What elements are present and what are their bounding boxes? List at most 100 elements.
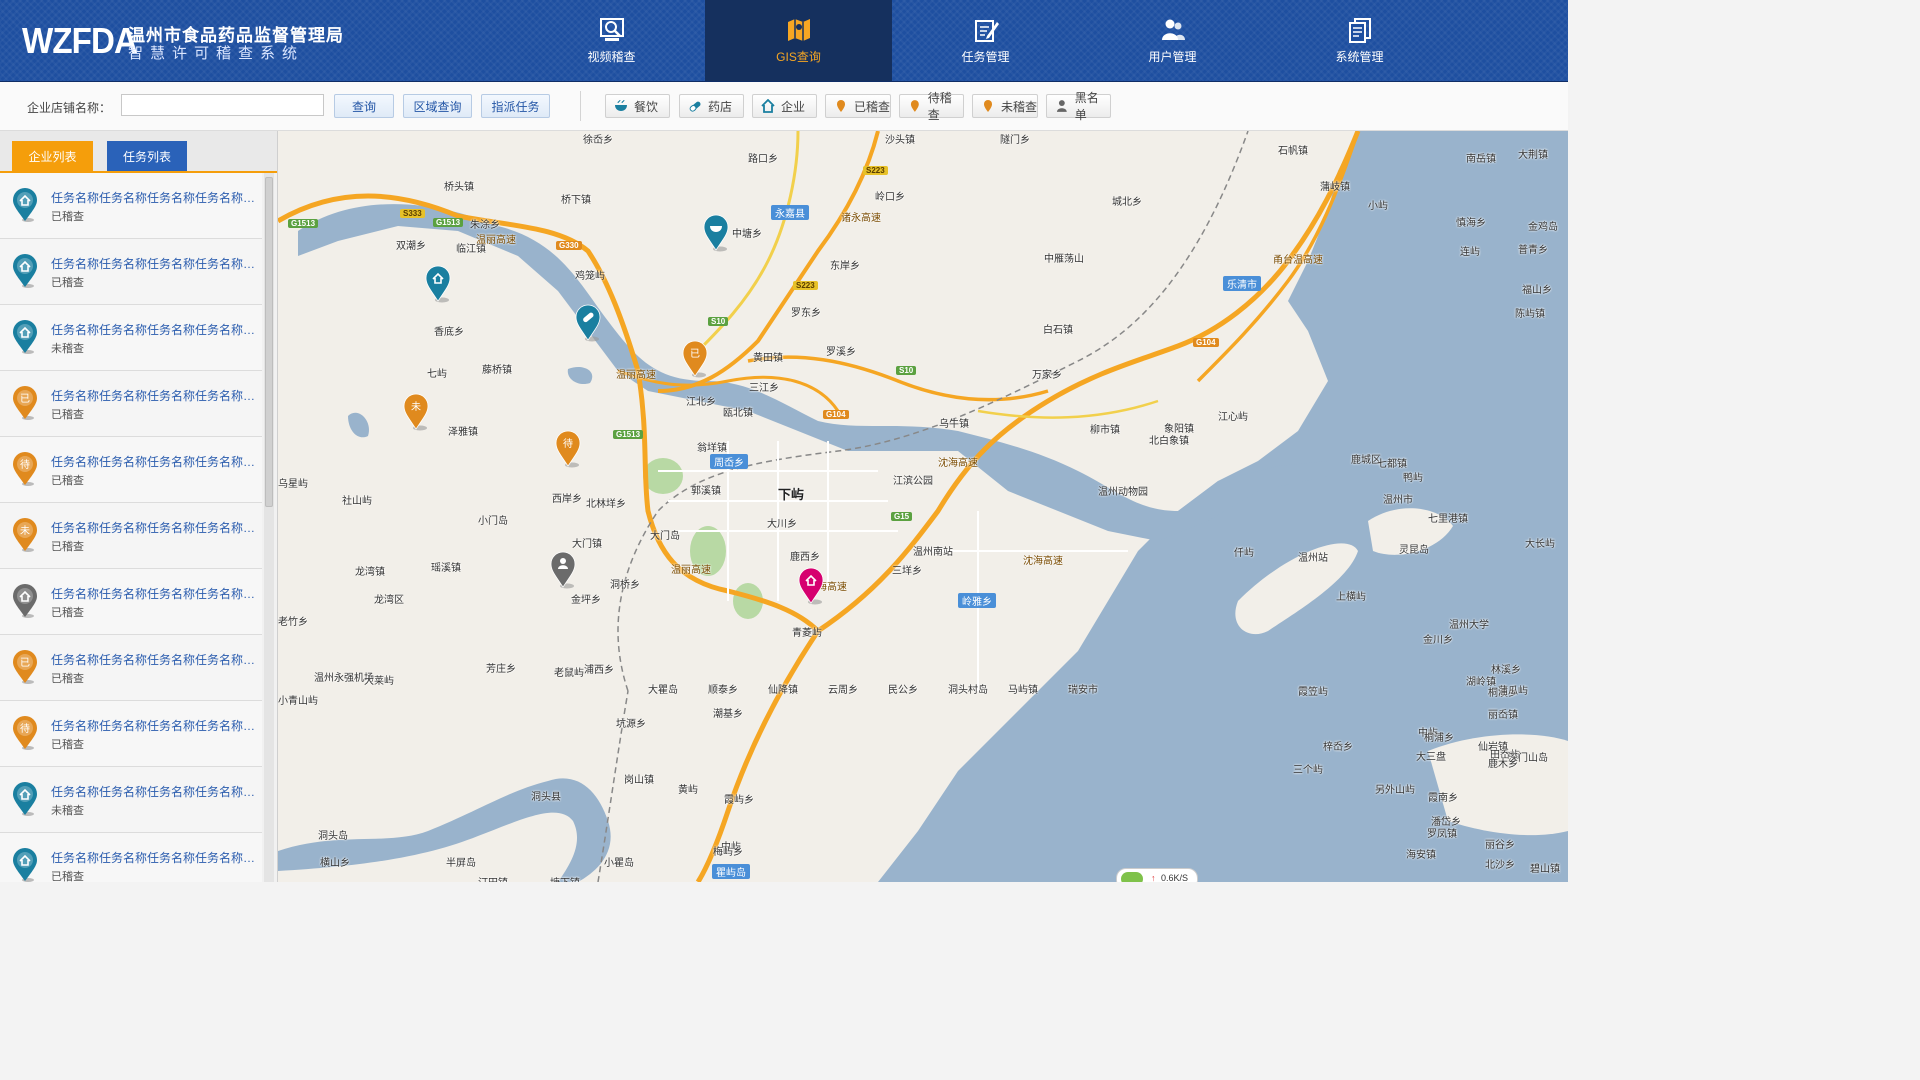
panel-tabs: 企业列表 任务列表 [0, 131, 277, 173]
area-query-button[interactable]: 区域查询 [403, 94, 472, 118]
nav-label: 视频稽查 [587, 50, 636, 64]
map-place-label: 周岙乡 [710, 454, 748, 469]
list-item[interactable]: 任务名称任务名称任务名称任务名称任务名称未稽查 [0, 767, 262, 833]
list-item[interactable]: 待 任务名称任务名称任务名称任务名称任务名称已稽查 [0, 437, 262, 503]
map-place-label: 社山屿 [342, 496, 372, 507]
nav-gis-query[interactable]: GIS查询 [705, 0, 892, 81]
pin-orange-icon [984, 100, 992, 112]
list-item[interactable]: 任务名称任务名称任务名称任务名称任务名称已稽查 [0, 569, 262, 635]
map-place-label: 七都镇 [1377, 459, 1407, 470]
national-road [977, 399, 1159, 419]
list-item[interactable]: 待 任务名称任务名称任务名称任务名称任务名称已稽查 [0, 701, 262, 767]
map-place-label: 福山乡 [1522, 285, 1552, 296]
map-marker-待[interactable]: 待 [554, 430, 582, 468]
list-scrollbar[interactable] [264, 173, 274, 882]
map-place-label: 霞南乡 [1428, 793, 1458, 804]
map-pin-icon [550, 551, 576, 589]
map-place-label: 黄田镇 [753, 353, 783, 364]
list-item[interactable]: 任务名称任务名称任务名称任务名称任务名称已稽查 [0, 173, 262, 239]
list-item-status: 已稽查 [51, 211, 84, 223]
map-marker-food[interactable] [702, 214, 730, 252]
map-place-label: 三江乡 [749, 383, 779, 394]
map-place-label: 罗凤镇 [1427, 829, 1457, 840]
map-place-label: 大瞿岛 [648, 685, 678, 696]
oujiang-river [298, 204, 1328, 542]
tab-enterprise-list[interactable]: 企业列表 [12, 141, 93, 171]
map-place-label: 沙头镇 [885, 135, 915, 146]
expressway-label: 温丽高速 [476, 235, 516, 246]
nav-label: GIS查询 [776, 50, 821, 64]
filter-pharmacy[interactable]: 药店 [679, 94, 744, 118]
map-place-label: 潮基乡 [713, 709, 743, 720]
filter-not-inspected[interactable]: 未稽查 [972, 94, 1038, 118]
list-item-status: 已稽查 [51, 277, 84, 289]
map-place-label: 鹿木乡 [1488, 759, 1518, 770]
logo-wzfda: WZFDA [22, 20, 138, 61]
filter-pending[interactable]: 待稽查 [899, 91, 964, 122]
list-item-status: 已稽查 [51, 409, 84, 421]
tab-task-list[interactable]: 任务列表 [107, 141, 187, 171]
map-marker-已[interactable]: 已 [681, 340, 709, 378]
pin-orange-icon [910, 100, 919, 112]
list-item-title: 任务名称任务名称任务名称任务名称任务名称 [51, 257, 259, 271]
left-panel: 企业列表 任务列表 任务名称任务名称任务名称任务名称任务名称已稽查任务名称任务名… [0, 131, 278, 882]
map-place-label: 洞头岛 [318, 831, 348, 842]
nav-task-management[interactable]: 任务管理 [892, 0, 1079, 81]
list-item[interactable]: 已 任务名称任务名称任务名称任务名称任务名称已稽查 [0, 635, 262, 701]
list-item[interactable]: 未 任务名称任务名称任务名称任务名称任务名称已稽查 [0, 503, 262, 569]
lake [348, 412, 369, 438]
map-pin-icon [798, 567, 824, 605]
assign-task-button[interactable]: 指派任务 [481, 94, 550, 118]
map-marker-enterprise[interactable] [424, 265, 452, 303]
map-marker-pharmacy[interactable] [574, 304, 602, 342]
map-place-label: 丽岙镇 [1488, 710, 1518, 721]
nav-user-management[interactable]: 用户管理 [1079, 0, 1266, 81]
network-speed: 0.6K/S [1161, 873, 1189, 882]
map-marker-enterprise-highlight[interactable] [797, 567, 825, 605]
nav-video-inspect[interactable]: 视频稽查 [518, 0, 705, 81]
map-place-label: 白石镇 [1043, 325, 1073, 336]
nav-system-management[interactable]: 系统管理 [1266, 0, 1453, 81]
svg-text:未: 未 [20, 525, 30, 537]
map-place-label: 碧山镇 [1530, 864, 1560, 875]
filter-inspected[interactable]: 已稽查 [825, 94, 891, 118]
map-place-label: 路口乡 [748, 154, 778, 165]
list-item[interactable]: 任务名称任务名称任务名称任务名称任务名称已稽查 [0, 833, 262, 882]
road-shield: S10 [708, 317, 729, 326]
filter-catering[interactable]: 餐饮 [605, 94, 670, 118]
map-place-label: 大川乡 [767, 519, 797, 530]
road-shield: G1513 [433, 218, 464, 227]
svg-text:已: 已 [20, 394, 30, 405]
map-place-label: 梓岙乡 [1323, 742, 1353, 753]
map-place-label: 蒲瓜屿 [1498, 686, 1528, 697]
map-place-label: 上横屿 [1336, 592, 1366, 603]
list-item[interactable]: 任务名称任务名称任务名称任务名称任务名称已稽查 [0, 239, 262, 305]
list-item[interactable]: 任务名称任务名称任务名称任务名称任务名称未稽查 [0, 305, 262, 371]
location-pin-icon [13, 584, 37, 618]
road-shield: G104 [823, 410, 849, 419]
map-place-label: 万家乡 [1032, 370, 1062, 381]
shop-name-input[interactable] [121, 94, 324, 116]
scrollbar-thumb[interactable] [265, 177, 273, 507]
gis-map[interactable]: 徐岙乡 路口乡 沙头镇 隧门乡 石帆镇 南岳镇 大荆镇 桥头镇 桥下镇 岭口乡 永嘉县 中塘乡 城北乡蒲… [278, 131, 1568, 882]
map-marker-blacklist[interactable] [549, 551, 577, 589]
map-marker-未[interactable]: 未 [402, 393, 430, 431]
map-place-label: 翁垟镇 [697, 443, 727, 454]
map-place-label: 小青山屿 [278, 696, 318, 707]
filter-blacklist[interactable]: 黑名单 [1046, 91, 1111, 122]
map-place-label: 黄屿 [678, 785, 698, 796]
query-button[interactable]: 查询 [334, 94, 394, 118]
road-shield: S333 [400, 209, 425, 218]
filter-enterprise[interactable]: 企业 [752, 94, 817, 118]
home-icon [761, 99, 775, 113]
svg-text:已: 已 [690, 349, 700, 360]
list-item[interactable]: 已 任务名称任务名称任务名称任务名称任务名称已稽查 [0, 371, 262, 437]
map-pin-icon: 未 [403, 393, 429, 431]
map-pin-icon: 待 [555, 430, 581, 468]
location-pin-icon [13, 848, 37, 882]
network-speed-widget: ↑ 0.6K/S [1116, 868, 1198, 882]
road-shield: G1513 [613, 430, 644, 439]
map-place-label: 顺泰乡 [708, 685, 738, 696]
person-icon [1056, 100, 1067, 112]
list-item-title: 任务名称任务名称任务名称任务名称任务名称 [51, 719, 259, 733]
